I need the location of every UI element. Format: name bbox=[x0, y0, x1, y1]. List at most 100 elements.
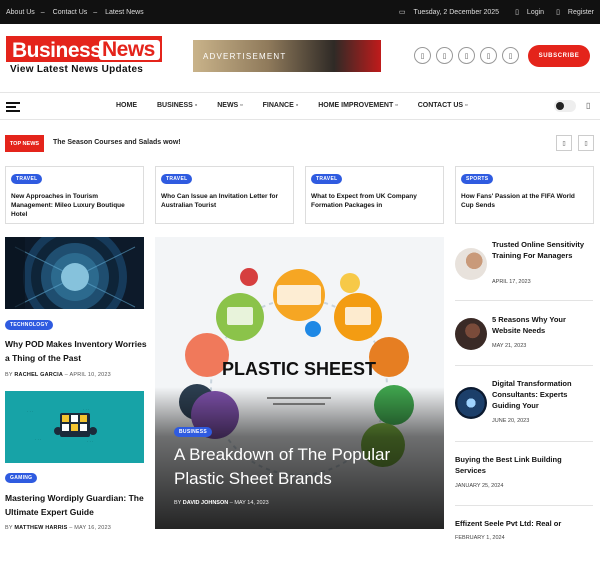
top-links: About Us – Contact Us – Latest News bbox=[6, 9, 150, 16]
svg-text:· · ·: · · · bbox=[83, 407, 89, 412]
category-badge[interactable]: TRAVEL bbox=[311, 174, 343, 184]
login-link[interactable]: Login bbox=[527, 9, 544, 16]
ticker-next-button[interactable]: ▯ bbox=[578, 135, 594, 151]
article-thumbnail[interactable] bbox=[455, 318, 487, 350]
nav-menu: HOME BUSINESS ▫ NEWS ▫ FINANCE ▫ HOME IM… bbox=[116, 102, 488, 109]
link-latest-news[interactable]: Latest News bbox=[105, 9, 144, 16]
subscribe-button[interactable]: SUBSCRIBE bbox=[528, 45, 590, 67]
category-badge[interactable]: SPORTS bbox=[461, 174, 494, 184]
article-date: FEBRUARY 1, 2024 bbox=[455, 535, 505, 541]
article-date: MAY 21, 2023 bbox=[492, 343, 527, 349]
search-icon[interactable]: ▯ bbox=[586, 101, 590, 110]
hero-image-text: PLASTIC SHEEST bbox=[222, 359, 376, 379]
category-badge[interactable]: TRAVEL bbox=[11, 174, 43, 184]
category-badge[interactable]: TECHNOLOGY bbox=[5, 320, 54, 330]
dark-mode-toggle[interactable] bbox=[554, 100, 576, 112]
article-date: JUNE 20, 2023 bbox=[492, 418, 530, 424]
ticker-headline[interactable]: The Season Courses and Salads wow! bbox=[53, 139, 181, 146]
logo-word-news: News bbox=[102, 38, 155, 61]
link-contact-us[interactable]: Contact Us bbox=[53, 9, 88, 16]
link-about-us[interactable]: About Us bbox=[6, 9, 35, 16]
article-title[interactable]: Buying the Best Link Building Services bbox=[455, 454, 593, 476]
article-image-library[interactable] bbox=[5, 237, 144, 309]
login-icon: ▯ bbox=[515, 9, 519, 16]
byline-prefix: BY bbox=[174, 500, 182, 506]
nav-item-contact-us[interactable]: CONTACT US ▫ bbox=[418, 102, 468, 109]
byline-prefix: BY bbox=[5, 525, 13, 531]
svg-text:· · ·: · · · bbox=[27, 409, 33, 414]
article-title[interactable]: Mastering Wordiply Guardian: The Ultimat… bbox=[5, 491, 147, 519]
logo-word-business: Business bbox=[12, 39, 102, 62]
ticker-prev-button[interactable]: ▯ bbox=[556, 135, 572, 151]
article-thumbnail[interactable] bbox=[455, 248, 487, 280]
article-date: APRIL 10, 2023 bbox=[69, 372, 111, 378]
link-separator: – bbox=[40, 8, 45, 16]
category-badge[interactable]: BUSINESS bbox=[174, 427, 212, 437]
article-date: APRIL 17, 2023 bbox=[492, 279, 531, 285]
article-author[interactable]: MATTHEW HARRIS bbox=[14, 525, 67, 531]
site-logo[interactable]: Business News View Latest News Updates bbox=[6, 36, 162, 76]
category-badge[interactable]: GAMING bbox=[5, 473, 38, 483]
article-thumbnail[interactable] bbox=[455, 387, 487, 419]
nav-item-finance[interactable]: FINANCE ▫ bbox=[263, 102, 299, 109]
card-title[interactable]: What to Expect from UK Company Formation… bbox=[311, 192, 437, 210]
divider bbox=[455, 300, 593, 301]
article-title[interactable]: Digital Transformation Consultants: Expe… bbox=[492, 378, 594, 411]
article-image-wordiply[interactable]: · · · · · · · · · · · · bbox=[5, 391, 144, 463]
article-title[interactable]: Effizent Seele Pvt Ltd: Real or bbox=[455, 518, 593, 529]
card-title[interactable]: How Fans' Passion at the FIFA World Cup … bbox=[461, 192, 587, 210]
nav-item-business[interactable]: BUSINESS ▫ bbox=[157, 102, 197, 109]
youtube-icon[interactable]: ▯ bbox=[502, 47, 519, 64]
twitter-icon[interactable]: ▯ bbox=[436, 47, 453, 64]
hero-article[interactable]: PLASTIC SHEEST BUSINESS A Breakdown of T… bbox=[155, 237, 444, 529]
ticker-label: TOP NEWS bbox=[5, 135, 44, 152]
divider bbox=[455, 441, 593, 442]
social-links: ▯ ▯ ▯ ▯ ▯ bbox=[414, 47, 519, 64]
current-date: Tuesday, 2 December 2025 bbox=[413, 8, 500, 16]
card-title[interactable]: New Approaches in Tourism Management: Mi… bbox=[11, 192, 137, 219]
article-author[interactable]: RACHEL GARCIA bbox=[14, 372, 63, 378]
article-date: JANUARY 25, 2024 bbox=[455, 483, 504, 489]
svg-text:· · ·: · · · bbox=[87, 439, 93, 444]
link-separator: – bbox=[93, 8, 98, 16]
top-bar: About Us – Contact Us – Latest News ▭ Tues… bbox=[0, 0, 600, 24]
category-badge[interactable]: TRAVEL bbox=[161, 174, 193, 184]
card[interactable]: TRAVEL Who Can Issue an Invitation Letter… bbox=[155, 166, 294, 224]
hero-meta: BY DAVID JOHNSON – MAY 14, 2023 bbox=[174, 500, 269, 506]
linkedin-icon[interactable]: ▯ bbox=[480, 47, 497, 64]
article-meta: BY MATTHEW HARRIS – MAY 16, 2023 bbox=[5, 525, 111, 531]
facebook-icon[interactable]: ▯ bbox=[414, 47, 431, 64]
hero-author[interactable]: DAVID JOHNSON bbox=[183, 500, 228, 506]
nav-item-news[interactable]: NEWS ▫ bbox=[217, 102, 242, 109]
divider bbox=[455, 505, 593, 506]
article-meta: BY RACHEL GARCIA – APRIL 10, 2023 bbox=[5, 372, 111, 378]
article-title[interactable]: Why POD Makes Inventory Worries a Thing … bbox=[5, 337, 147, 365]
nav-item-home-improvement[interactable]: HOME IMPROVEMENT ▫ bbox=[318, 102, 398, 109]
featured-cards: TRAVEL New Approaches in Tourism Manageme… bbox=[5, 166, 594, 224]
logo-news-box: News bbox=[99, 38, 160, 61]
svg-text:· · ·: · · · bbox=[35, 437, 41, 442]
calendar-icon: ▭ bbox=[398, 9, 406, 16]
hamburger-menu-icon[interactable] bbox=[6, 102, 20, 112]
article-date: MAY 16, 2023 bbox=[74, 525, 111, 531]
register-icon: ▯ bbox=[556, 9, 560, 16]
divider bbox=[455, 365, 593, 366]
main-nav: HOME BUSINESS ▫ NEWS ▫ FINANCE ▫ HOME IM… bbox=[0, 92, 600, 120]
card[interactable]: TRAVEL New Approaches in Tourism Manageme… bbox=[5, 166, 144, 224]
wordiply-image: · · · · · · · · · · · · bbox=[5, 391, 144, 463]
article-title[interactable]: Trusted Online Sensitivity Training For … bbox=[492, 239, 594, 261]
logo-tagline: View Latest News Updates bbox=[10, 64, 144, 75]
nav-item-home[interactable]: HOME bbox=[116, 102, 137, 109]
hero-title[interactable]: A Breakdown of The Popular Plastic Sheet… bbox=[174, 443, 436, 491]
instagram-icon[interactable]: ▯ bbox=[458, 47, 475, 64]
logo-box: Business News bbox=[6, 36, 162, 62]
register-link[interactable]: Register bbox=[568, 9, 594, 16]
hero-date: MAY 14, 2023 bbox=[234, 500, 269, 506]
meta-separator: – bbox=[64, 372, 69, 378]
card[interactable]: SPORTS How Fans' Passion at the FIFA Worl… bbox=[455, 166, 594, 224]
article-title[interactable]: 5 Reasons Why Your Website Needs bbox=[492, 314, 594, 336]
card-title[interactable]: Who Can Issue an Invitation Letter for A… bbox=[161, 192, 287, 210]
card[interactable]: TRAVEL What to Expect from UK Company For… bbox=[305, 166, 444, 224]
news-ticker: TOP NEWS The Season Courses and Salads w… bbox=[0, 134, 600, 154]
advertisement-banner[interactable]: ADVERTISEMENT bbox=[193, 40, 381, 72]
